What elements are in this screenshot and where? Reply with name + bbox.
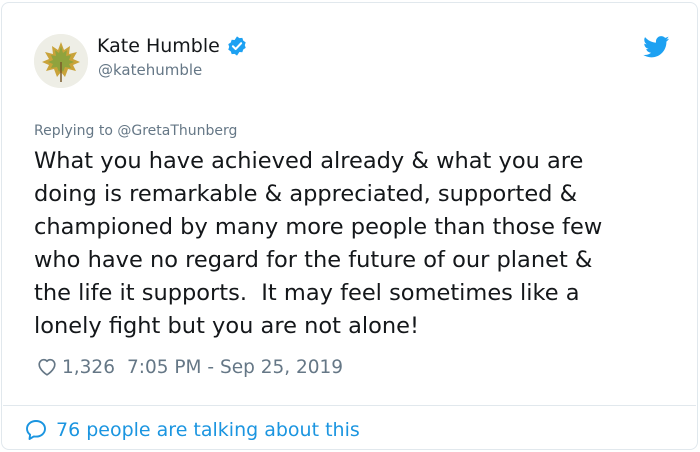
tweet-timestamp[interactable]: 7:05 PM - Sep 25, 2019 bbox=[127, 357, 343, 378]
speech-bubble-icon bbox=[24, 418, 48, 442]
like-count[interactable]: 1,326 bbox=[62, 357, 115, 378]
replying-to-context[interactable]: Replying to @GretaThunberg bbox=[34, 123, 237, 139]
talking-about-label: 76 people are talking about this bbox=[56, 419, 360, 441]
avatar[interactable] bbox=[34, 34, 88, 88]
maple-leaf-avatar-image bbox=[34, 34, 88, 88]
author-display-name[interactable]: Kate Humble bbox=[97, 35, 248, 57]
tweet-card: Kate Humble @katehumble Replying to @Gre… bbox=[1, 2, 698, 450]
tweet-text-line: championed by many more people than thos… bbox=[34, 214, 603, 240]
author-name-text: Kate Humble bbox=[97, 35, 220, 57]
tweet-meta: 1,326 7:05 PM - Sep 25, 2019 bbox=[36, 354, 343, 380]
tweet-text: What you have achieved already & what yo… bbox=[34, 145, 654, 343]
author-handle[interactable]: @katehumble bbox=[98, 61, 202, 79]
tweet-text-line: who have no regard for the future of our… bbox=[34, 247, 593, 273]
tweet-text-line: What you have achieved already & what yo… bbox=[34, 148, 584, 174]
verified-badge-icon bbox=[226, 35, 248, 57]
divider bbox=[3, 405, 696, 406]
tweet-text-line: lonely fight but you are not alone! bbox=[34, 313, 420, 339]
tweet-text-line: the life it supports. It may feel someti… bbox=[34, 280, 580, 306]
tweet-text-line: doing is remarkable & appreciated, suppo… bbox=[34, 181, 578, 207]
talking-about-link[interactable]: 76 people are talking about this bbox=[24, 416, 360, 444]
twitter-bird-icon[interactable] bbox=[643, 36, 670, 58]
heart-icon[interactable] bbox=[36, 356, 58, 378]
